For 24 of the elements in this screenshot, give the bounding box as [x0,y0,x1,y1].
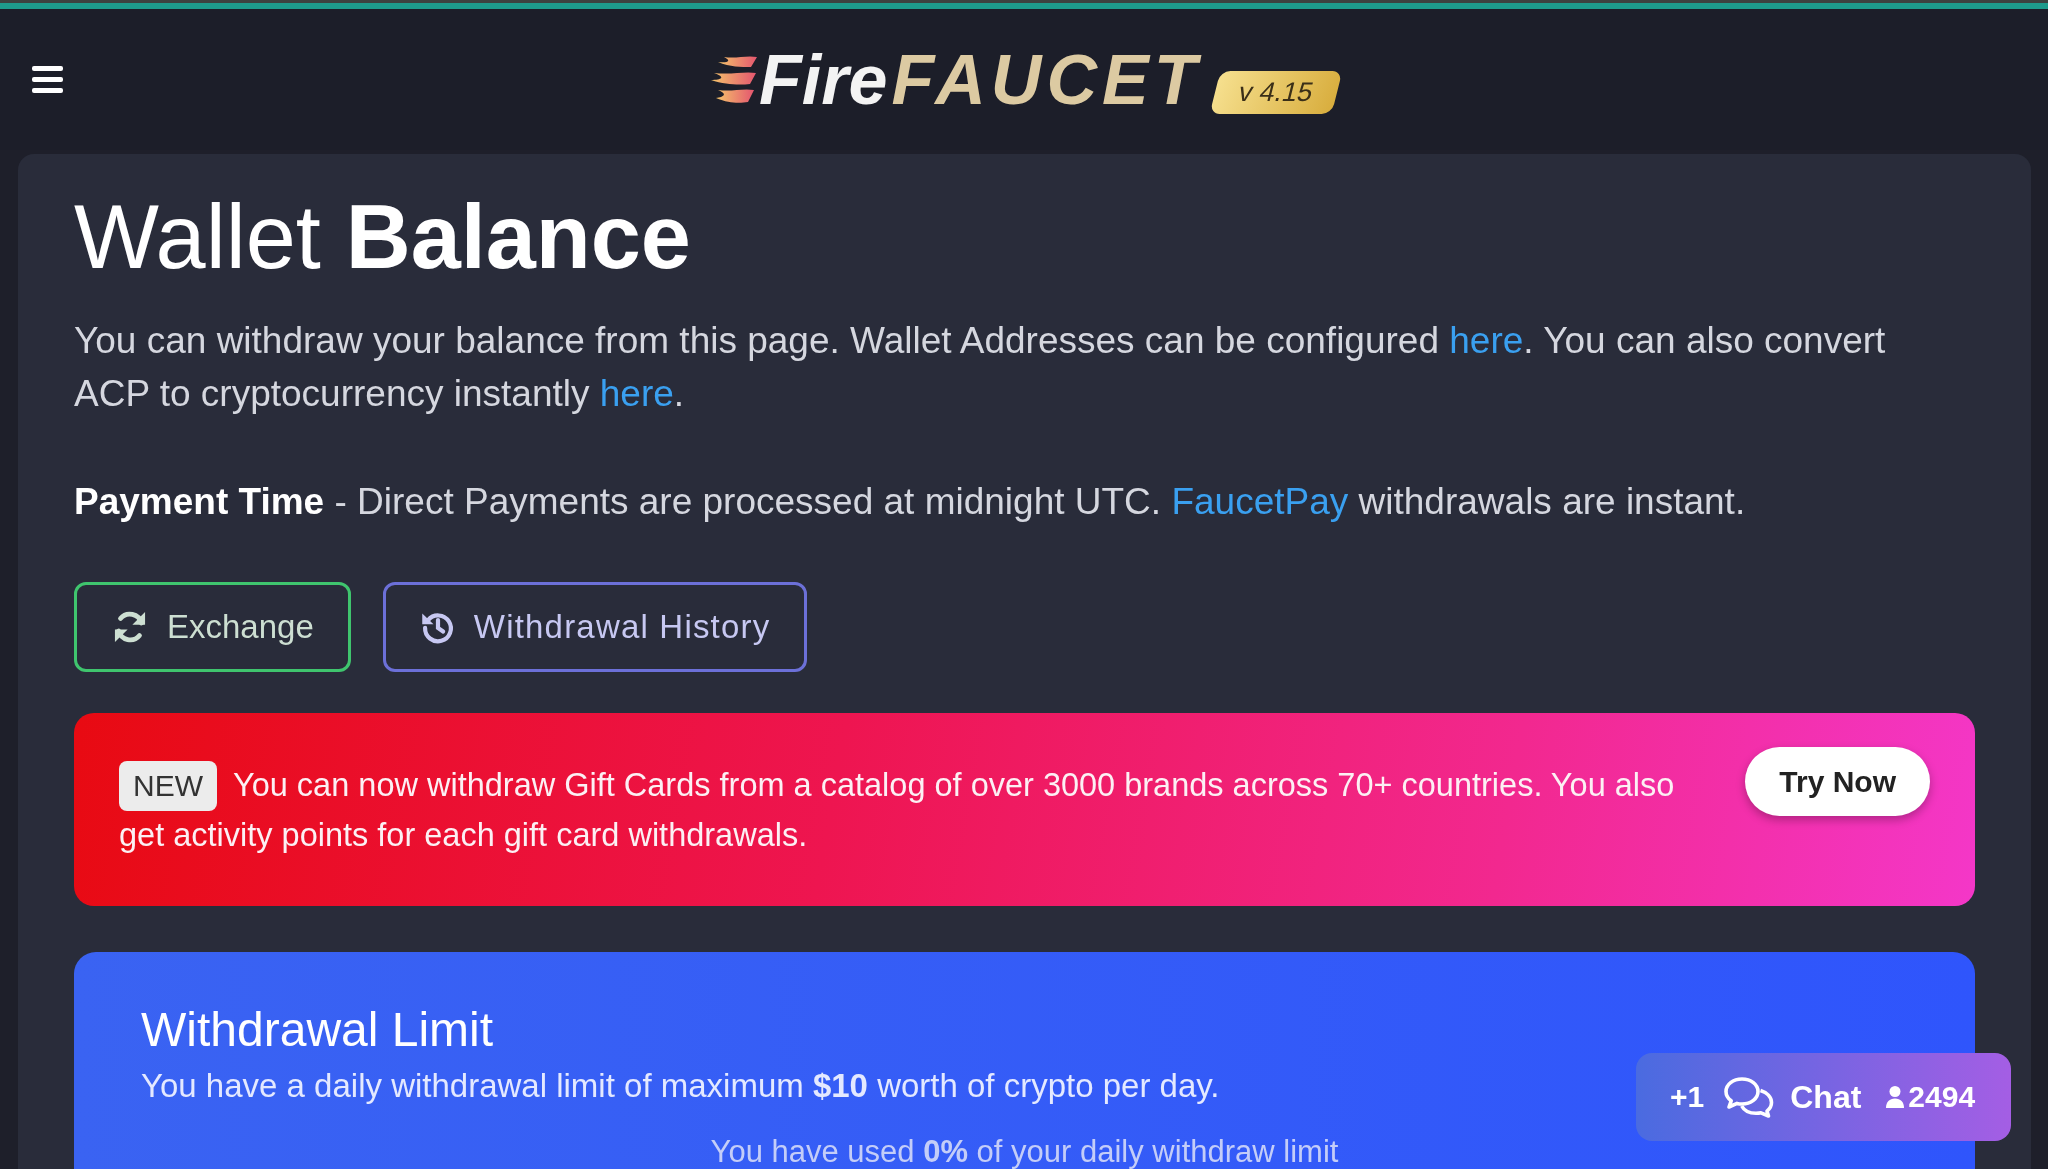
withdrawal-history-button[interactable]: Withdrawal History [382,582,808,672]
limit-title: Withdrawal Limit [141,1002,494,1058]
menu-icon[interactable] [32,66,63,93]
intro-text: You can withdraw your balance from this page. Wallet Addresses can be configured here. You can also convert ACP to cryptocurrency instantly here. [74,319,1887,416]
try-now-button[interactable]: Try Now [1745,747,1930,816]
user-icon [1886,1086,1905,1108]
chat-widget[interactable]: +1 Chat 2494 [1636,1053,2011,1141]
text-link[interactable]: here [1449,320,1524,361]
flame-icon [711,54,757,105]
text-link[interactable]: here [599,373,674,414]
limit-text: You have a daily withdrawal limit of maximum $10 worth of crypto per day. [141,1066,1220,1106]
page-title: Wallet Balance [74,186,691,289]
unread-count: +1 [1670,1080,1705,1114]
usage-text: You have used 0% of your daily withdraw limit [710,1134,1339,1169]
promo-text: NEW You can now withdraw Gift Cards from a catalog of over 3000 brands across 70+ countries. You also get activity points for each gift card withdrawals. [119,761,1706,860]
chat-label: Chat [1790,1078,1862,1116]
text-link[interactable]: FaucetPay [1171,481,1349,522]
new-badge: NEW [119,761,217,811]
version-badge: v 4.15 [1210,71,1343,114]
payment-info-text: Payment Time - Direct Payments are processed at midnight UTC. FaucetPay withdrawals are instant. [74,480,1746,524]
exchange-button[interactable]: Exchange [74,582,351,672]
logo-wordmark: FireFAUCET [759,44,1202,115]
chat-icon [1724,1076,1775,1118]
online-count: 2494 [1908,1080,1976,1114]
